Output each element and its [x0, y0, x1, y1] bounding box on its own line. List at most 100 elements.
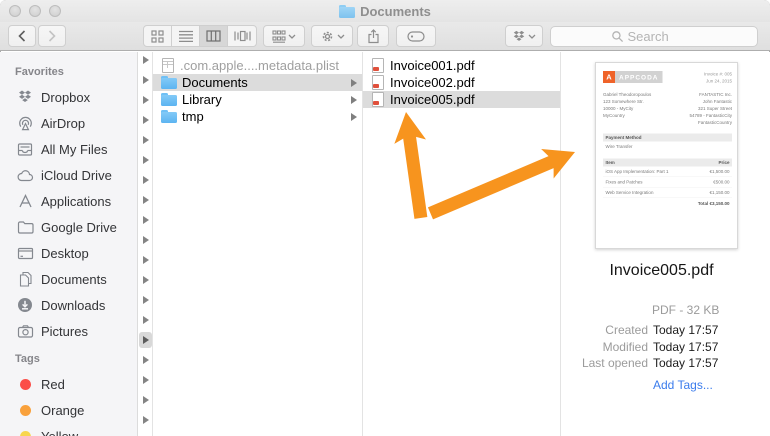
view-icons-button[interactable] [144, 26, 172, 46]
applications-icon [16, 193, 34, 210]
sliver-disclosure-triangle [143, 276, 149, 284]
file-row-plist[interactable]: .com.apple....metadata.plist [153, 57, 362, 74]
sliver-disclosure-triangle [143, 136, 149, 144]
disclosure-triangle-icon [351, 95, 357, 104]
pdf-file-icon [371, 75, 385, 90]
view-columns-button[interactable] [200, 26, 228, 46]
invoice-logo: A APPCODA [603, 71, 663, 83]
disclosure-triangle-icon [351, 78, 357, 87]
invoice-line-item: Web Service Integration €1,150.00 [603, 187, 732, 198]
share-button[interactable] [357, 25, 389, 47]
sidebar-item-all-my-files[interactable]: All My Files [0, 136, 137, 162]
folder-row-documents[interactable]: Documents [153, 74, 362, 91]
view-list-button[interactable] [172, 26, 200, 46]
column-folders: .com.apple....metadata.plist Documents L… [153, 52, 363, 436]
red-tag-icon [16, 376, 34, 393]
sidebar-item-airdrop[interactable]: AirDrop [0, 110, 137, 136]
sliver-disclosure-triangle [143, 156, 149, 164]
file-name: Invoice002.pdf [390, 75, 475, 90]
column-sliver[interactable] [138, 52, 153, 436]
desktop-icon [16, 245, 34, 262]
sidebar-item-pictures[interactable]: Pictures [0, 318, 137, 344]
sliver-disclosure-triangle [143, 56, 149, 64]
sidebar-item-desktop[interactable]: Desktop [0, 240, 137, 266]
add-tags-link[interactable]: Add Tags... [653, 378, 713, 392]
sidebar-item-label: All My Files [41, 141, 108, 157]
finder-body: Favorites Dropbox AirDrop All My Files i… [0, 52, 770, 436]
sliver-disclosure-triangle [143, 316, 149, 324]
sliver-disclosure-triangle [143, 196, 149, 204]
yellow-tag-icon [16, 428, 34, 436]
search-field[interactable] [550, 26, 758, 47]
sidebar-tag-red[interactable]: Red [0, 371, 137, 397]
downloads-icon [16, 297, 34, 314]
arrange-button[interactable] [263, 25, 305, 47]
sidebar-item-label: Applications [41, 193, 112, 209]
sliver-disclosure-triangle [143, 416, 149, 424]
sidebar-tag-orange[interactable]: Orange [0, 397, 137, 423]
pdf-file-icon [371, 92, 385, 107]
folder-row-tmp[interactable]: tmp [153, 108, 362, 125]
folder-proxy-icon [339, 4, 356, 18]
sidebar-item-dropbox[interactable]: Dropbox [0, 84, 137, 110]
file-row-invoice002[interactable]: Invoice002.pdf [363, 74, 560, 91]
action-button[interactable] [311, 25, 353, 47]
sliver-disclosure-triangle [143, 76, 149, 84]
pictures-icon [16, 323, 34, 340]
sidebar-item-label: Yellow [41, 428, 79, 436]
sidebar-item-applications[interactable]: Applications [0, 188, 137, 214]
preview-kind-size: PDF - 32 KB [652, 303, 720, 317]
search-icon [611, 31, 623, 43]
folder-row-library[interactable]: Library [153, 91, 362, 108]
coverflow-view-icon [233, 30, 251, 42]
preview-details: Created Today 17:57 Modified Today 17:57… [561, 322, 770, 372]
sidebar-item-label: Dropbox [41, 89, 91, 105]
sidebar-item-label: Google Drive [41, 219, 117, 235]
all-my-files-icon [16, 141, 34, 158]
sidebar-item-icloud-drive[interactable]: iCloud Drive [0, 162, 137, 188]
plist-file-icon [161, 58, 175, 73]
file-row-invoice001[interactable]: Invoice001.pdf [363, 57, 560, 74]
sidebar-section-tags: Tags [15, 353, 40, 365]
folder-name: Documents [182, 75, 248, 90]
sidebar: Favorites Dropbox AirDrop All My Files i… [0, 52, 138, 436]
pdf-preview-thumbnail[interactable]: A APPCODA Invoice #: 005 Jun 24, 2015 Ga… [595, 62, 738, 249]
sidebar-item-google-drive[interactable]: Google Drive [0, 214, 137, 240]
sidebar-item-label: Documents [41, 271, 107, 287]
back-button[interactable] [8, 25, 36, 47]
toolbar [0, 22, 770, 51]
view-coverflow-button[interactable] [228, 26, 256, 46]
view-switcher [143, 25, 257, 47]
search-input[interactable] [627, 29, 698, 44]
dropbox-icon [16, 89, 34, 106]
invoice-table-header: Item Price [603, 158, 732, 167]
sliver-disclosure-triangle [143, 376, 149, 384]
forward-button[interactable] [38, 25, 66, 47]
icloud-icon [16, 167, 34, 184]
edit-tags-button[interactable] [396, 25, 436, 47]
sliver-disclosure-triangle [143, 236, 149, 244]
invoice-line-item: Fixes and Patches €500.00 [603, 177, 732, 188]
invoice-sender-address: Gabriel Theodoropoulos 123 Somewhere Str… [603, 92, 652, 118]
invoice-number: Invoice #: 005 [703, 71, 732, 77]
sidebar-item-label: Desktop [41, 245, 89, 261]
preview-filename: Invoice005.pdf [609, 262, 714, 279]
grid-view-icon [151, 29, 164, 43]
sidebar-item-documents[interactable]: Documents [0, 266, 137, 292]
column-files: Invoice001.pdf Invoice002.pdf Invoice005… [363, 52, 561, 436]
detail-row-created: Created Today 17:57 [605, 323, 719, 337]
sidebar-item-label: iCloud Drive [41, 167, 112, 183]
dropbox-toolbar-button[interactable] [505, 25, 543, 47]
file-name: Invoice005.pdf [390, 92, 475, 107]
sidebar-item-label: Orange [41, 402, 85, 418]
invoice-total: Total €3,150.00 [697, 200, 730, 206]
sidebar-item-label: Downloads [41, 297, 106, 313]
sidebar-item-downloads[interactable]: Downloads [0, 292, 137, 318]
folder-icon [161, 93, 177, 106]
share-icon [367, 28, 379, 43]
file-row-invoice005[interactable]: Invoice005.pdf [363, 91, 560, 108]
disclosure-triangle-icon [351, 112, 357, 121]
sidebar-tag-yellow[interactable]: Yellow [0, 423, 137, 436]
folder-name: Library [182, 92, 222, 107]
gear-icon [322, 31, 332, 41]
